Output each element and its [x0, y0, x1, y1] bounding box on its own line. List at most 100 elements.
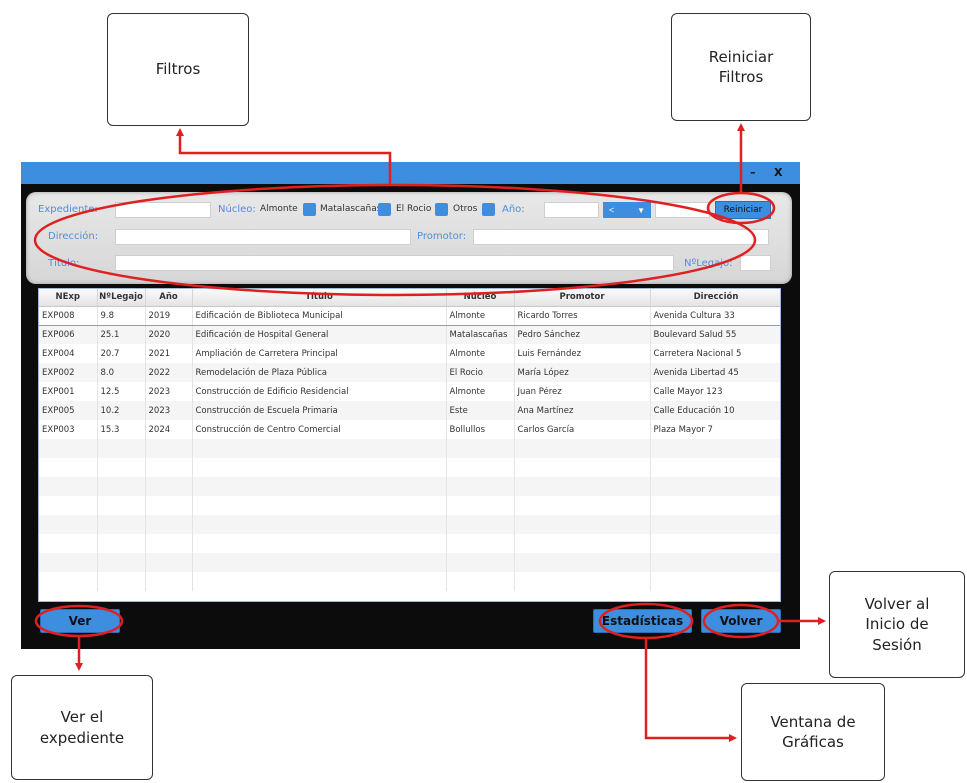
column-header[interactable]: Promotor — [514, 289, 651, 307]
table-cell: Ricardo Torres — [514, 305, 651, 326]
table-cell — [650, 439, 780, 458]
table-cell — [145, 553, 193, 572]
table-cell — [145, 439, 193, 458]
table-row[interactable]: EXP004 20.7 2021 Ampliación de Carretera Pr… — [39, 344, 780, 363]
table-cell: Construcción de Edificio Residencial — [192, 382, 447, 401]
table-cell — [97, 496, 146, 515]
column-header[interactable]: NExp — [39, 289, 98, 307]
nucleo-otros-checkbox[interactable] — [482, 203, 495, 216]
table-cell: 2024 — [145, 420, 193, 439]
anio-input[interactable] — [544, 202, 599, 218]
column-header[interactable]: Núcleo — [446, 289, 515, 307]
volver-button[interactable]: Volver — [701, 609, 781, 633]
anio-second-input[interactable] — [655, 202, 710, 218]
nucleo-almonte-checkbox[interactable] — [303, 203, 316, 216]
nucleo-option-matalascanas-label: Matalascañas — [320, 204, 382, 214]
table-cell — [145, 534, 193, 553]
table-cell: 2020 — [145, 325, 193, 344]
table-cell: Calle Mayor 123 — [650, 382, 780, 401]
table-cell: 8.0 — [97, 363, 146, 382]
anio-operator-select[interactable]: < ▼ — [603, 202, 651, 218]
table-cell: Ana Martínez — [514, 401, 651, 420]
nucleo-matalascanas-checkbox[interactable] — [378, 203, 391, 216]
table-cell — [39, 458, 98, 477]
legajo-input[interactable] — [740, 255, 771, 271]
table-cell: Matalascañas — [446, 325, 515, 344]
annotation-filtros: Filtros — [107, 13, 249, 126]
table-row[interactable]: EXP001 12.5 2023 Construcción de Edificio R… — [39, 382, 780, 401]
table-cell: Bollullos — [446, 420, 515, 439]
column-header[interactable]: Dirección — [650, 289, 780, 307]
nucleo-option-otros-label: Otros — [453, 204, 478, 214]
table-row[interactable]: EXP005 10.2 2023 Construcción de Escuela Pr… — [39, 401, 780, 420]
table-cell: Luis Fernández — [514, 344, 651, 363]
table-cell: 12.5 — [97, 382, 146, 401]
filters-panel: Expediente: Núcleo: Almonte Matalascañas… — [26, 192, 792, 284]
table-cell — [39, 553, 98, 572]
minimize-button[interactable]: – — [750, 166, 756, 179]
table-cell — [514, 496, 651, 515]
annotation-reiniciar-filtros: Reiniciar Filtros — [671, 13, 811, 121]
table-cell: 10.2 — [97, 401, 146, 420]
annotation-ventana-graficas: Ventana de Gráficas — [741, 683, 885, 781]
table-row[interactable]: EXP006 25.1 2020 Edificación de Hospital Ge… — [39, 325, 780, 344]
direccion-label: Dirección: — [48, 231, 99, 242]
table-cell — [145, 496, 193, 515]
table-cell — [446, 534, 515, 553]
table-row[interactable]: EXP003 15.3 2024 Construcción de Centro Com… — [39, 420, 780, 439]
table-cell: Boulevard Salud 55 — [650, 325, 780, 344]
annotation-volver-inicio: Volver al Inicio de Sesión — [829, 571, 965, 678]
table-cell — [650, 477, 780, 496]
table-cell: Remodelación de Plaza Pública — [192, 363, 447, 382]
column-header[interactable]: NºLegajo — [97, 289, 146, 307]
column-header[interactable]: Título — [192, 289, 447, 307]
table-cell — [514, 439, 651, 458]
table-cell: EXP001 — [39, 382, 98, 401]
table-cell — [446, 515, 515, 534]
titulo-input[interactable] — [115, 255, 674, 271]
table-cell: 9.8 — [97, 305, 146, 326]
table-cell — [192, 515, 447, 534]
table-cell: Ampliación de Carretera Principal — [192, 344, 447, 363]
estadisticas-button[interactable]: Estadísticas — [593, 609, 692, 633]
table-cell — [145, 477, 193, 496]
expediente-input[interactable] — [115, 202, 211, 218]
chevron-down-icon: ▼ — [637, 205, 645, 215]
table-cell — [514, 572, 651, 591]
table-cell — [650, 572, 780, 591]
ver-button[interactable]: Ver — [40, 609, 120, 633]
table-cell: Almonte — [446, 382, 515, 401]
close-button[interactable]: X — [774, 166, 782, 179]
empty-table-row — [39, 515, 780, 534]
reiniciar-button[interactable]: Reiniciar — [715, 201, 771, 219]
table-cell — [192, 458, 447, 477]
table-cell: Avenida Libertad 45 — [650, 363, 780, 382]
empty-table-row — [39, 553, 780, 572]
table-cell: 25.1 — [97, 325, 146, 344]
table-row[interactable]: EXP008 9.8 2019 Edificación de Biblioteca M… — [39, 305, 780, 326]
promotor-input[interactable] — [473, 229, 769, 245]
table-cell — [446, 439, 515, 458]
nucleo-option-almonte-label: Almonte — [260, 204, 298, 214]
table-cell: 2023 — [145, 382, 193, 401]
table-cell: 2022 — [145, 363, 193, 382]
table-row[interactable]: EXP002 8.0 2022 Remodelación de Plaza Públi… — [39, 363, 780, 382]
table-cell: Construcción de Escuela Primaria — [192, 401, 447, 420]
column-header[interactable]: Año — [145, 289, 193, 307]
app-window: – X Expediente: Núcleo: Almonte Matalasc… — [21, 162, 800, 649]
legajo-label: NºLegajo: — [684, 258, 733, 269]
table-cell — [192, 477, 447, 496]
table-cell — [39, 496, 98, 515]
table-cell — [192, 553, 447, 572]
table-cell — [145, 515, 193, 534]
table-cell — [145, 572, 193, 591]
direccion-input[interactable] — [115, 229, 411, 245]
table-cell — [39, 477, 98, 496]
table-cell — [514, 534, 651, 553]
table-cell: EXP002 — [39, 363, 98, 382]
table-cell: Construcción de Centro Comercial — [192, 420, 447, 439]
table-cell — [446, 572, 515, 591]
table-cell: Juan Pérez — [514, 382, 651, 401]
table-cell — [97, 572, 146, 591]
nucleo-elrocio-checkbox[interactable] — [435, 203, 448, 216]
